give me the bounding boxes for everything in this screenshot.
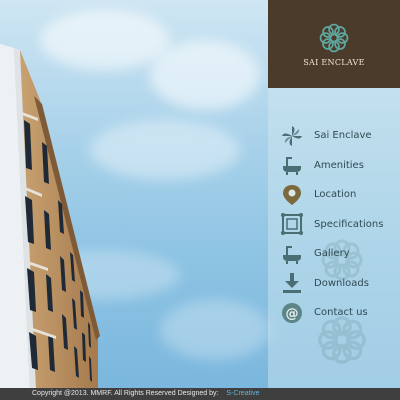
logo-text: SAI ENCLAVE <box>303 58 365 67</box>
nav-item-contact-us[interactable]: @ Contact us <box>280 298 398 328</box>
map-pin-icon <box>280 183 304 207</box>
nav-label: Specifications <box>314 218 384 230</box>
at-sign-icon: @ <box>280 301 304 325</box>
nav-item-amenities[interactable]: Amenities <box>280 151 398 181</box>
nav-item-gallery[interactable]: Gallery <box>280 239 398 269</box>
designer-link[interactable]: S-Creative <box>226 390 259 397</box>
copyright-text: Copyright @2013. MMRF. All Rights Reserv… <box>32 390 219 397</box>
nav-label: Downloads <box>314 277 369 289</box>
footer: Copyright @2013. MMRF. All Rights Reserv… <box>0 388 400 400</box>
bathtub-icon <box>280 242 304 266</box>
cloud <box>150 40 260 110</box>
nav-item-specifications[interactable]: Specifications <box>280 210 398 240</box>
nav-item-location[interactable]: Location <box>280 180 398 210</box>
nav-item-sai-enclave[interactable]: Sai Enclave <box>280 121 398 151</box>
bathtub-icon <box>280 153 304 177</box>
page: SAI ENCLAVE Sai Enclave Amenities Locati… <box>0 0 400 400</box>
building-photo <box>0 44 100 388</box>
download-icon <box>280 271 304 295</box>
nav-label: Sai Enclave <box>314 130 372 142</box>
nav-label: Amenities <box>314 159 364 171</box>
nav-label: Location <box>314 189 357 201</box>
logo[interactable]: SAI ENCLAVE <box>268 0 400 88</box>
nav-label: Contact us <box>314 307 368 319</box>
nav-label: Gallery <box>314 248 350 260</box>
pinwheel-icon <box>280 124 304 148</box>
sai-enclave-logo-icon <box>319 23 349 53</box>
svg-text:@: @ <box>286 306 299 321</box>
nav-item-downloads[interactable]: Downloads <box>280 269 398 299</box>
frame-icon <box>280 212 304 236</box>
main-nav: Sai Enclave Amenities Location Specifica… <box>280 121 398 328</box>
cloud <box>160 300 270 360</box>
